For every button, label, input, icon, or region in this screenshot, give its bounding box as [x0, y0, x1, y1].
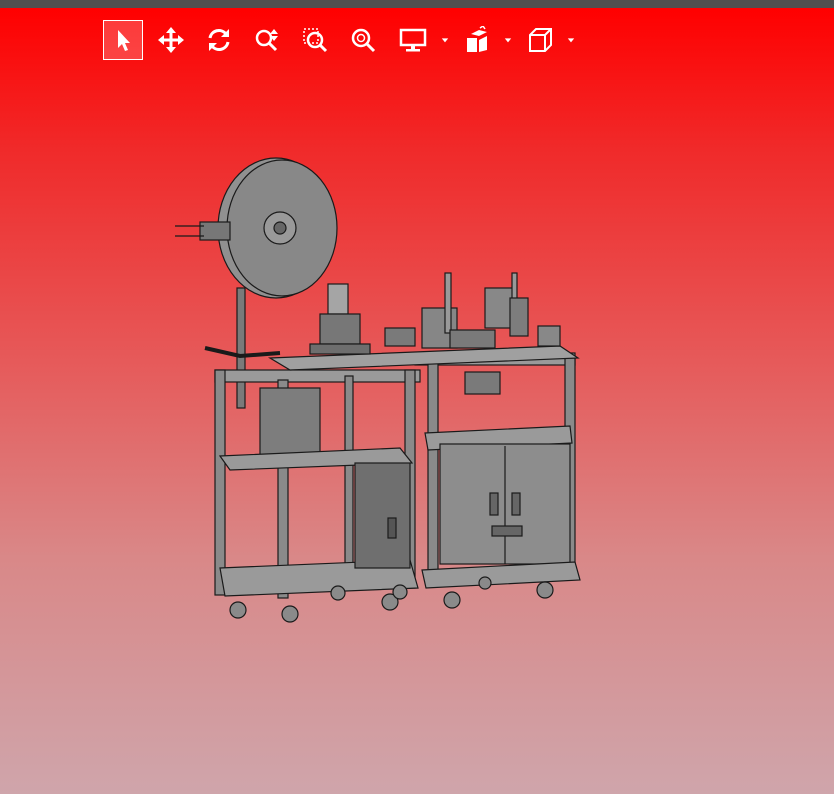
zoom-fit-tool-button[interactable] [343, 20, 383, 60]
monitor-icon [399, 28, 427, 52]
pointer-arrow-icon [118, 30, 130, 51]
zoom-tool-button[interactable] [247, 20, 287, 60]
pan-tool-button[interactable] [151, 20, 191, 60]
window-top-bar [0, 0, 834, 8]
standard-views-button[interactable] [520, 20, 560, 60]
viewer-toolbar [0, 20, 834, 60]
move-arrows-icon [158, 27, 184, 53]
zoom-window-icon [303, 28, 328, 53]
3d-viewport[interactable] [0, 8, 834, 794]
caret-down-icon [567, 38, 575, 43]
explode-view-button[interactable] [457, 20, 497, 60]
explode-dropdown[interactable] [502, 34, 514, 46]
cad-machine-model[interactable] [160, 148, 600, 638]
zoom-fit-icon [351, 28, 376, 53]
explode-icon [467, 26, 487, 52]
zoom-in-out-icon [255, 29, 278, 52]
zoom-window-tool-button[interactable] [295, 20, 335, 60]
caret-down-icon [441, 38, 449, 43]
caret-down-icon [504, 38, 512, 43]
display-mode-dropdown[interactable] [439, 34, 451, 46]
display-mode-button[interactable] [393, 20, 433, 60]
standard-views-dropdown[interactable] [565, 34, 577, 46]
rotate-tool-button[interactable] [199, 20, 239, 60]
select-tool-button[interactable] [103, 20, 143, 60]
rotate-icon [208, 29, 230, 51]
cube-icon [529, 28, 552, 52]
